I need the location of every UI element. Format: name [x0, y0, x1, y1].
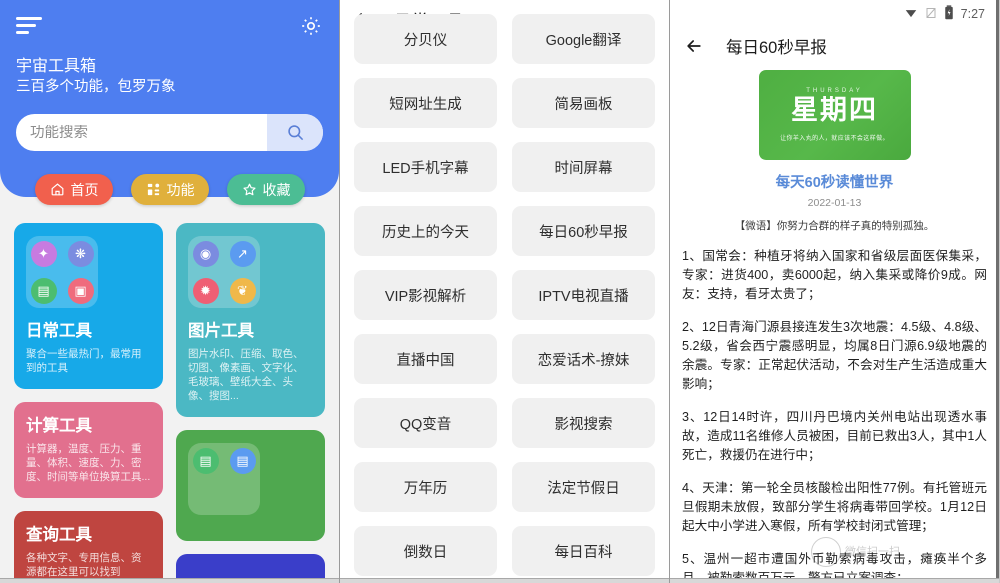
chart-icon: ↗ — [229, 240, 256, 267]
news-item: 3、12日14时许，四川丹巴境内关州电站出现透水事故，造成11名维修人员被困，目… — [682, 410, 987, 462]
tool-button[interactable]: QQ变音 — [354, 398, 497, 448]
home-bottom-scrollbar[interactable] — [0, 578, 339, 583]
category-card[interactable]: 查询工具各种文字、专用信息、资源都在这里可以找到 — [14, 511, 163, 583]
category-card[interactable]: 计算工具计算器，温度、压力、重量、体积、速度、力、密度、时间等单位换算工具... — [14, 402, 163, 498]
tool-button[interactable]: 影视搜索 — [512, 398, 655, 448]
tool-button[interactable]: 简易画板 — [512, 78, 655, 128]
tool-button[interactable]: 每日百科 — [512, 526, 655, 576]
app-screenshot: 宇宙工具箱 三百多个功能，包罗万象 首页 功能 收藏 ✦ ❋ ▤ ▣ 日常工具聚合一些最热门… — [0, 0, 1000, 583]
document-search-icon: ▤ — [30, 277, 57, 304]
card-icon-grid: ✦ ❋ ▤ ▣ — [26, 236, 98, 308]
article-vertical-scrollbar[interactable] — [996, 0, 999, 583]
poster-quote: 让你羊入丸的人，就应该不会这样做。 — [780, 136, 889, 142]
home-header: 宇宙工具箱 三百多个功能，包罗万象 — [0, 0, 339, 197]
category-card-grid: ✦ ❋ ▤ ▣ 日常工具聚合一些最热门，最常用到的工具计算工具计算器，温度、压力、重量、… — [0, 223, 339, 583]
nav-pill-1[interactable]: 功能 — [131, 174, 209, 205]
tool-button[interactable]: 法定节假日 — [512, 462, 655, 512]
tool-list-panel: 日常工具 分贝仪Google翻译短网址生成简易画板LED手机字幕时间屏幕历史上的… — [340, 0, 670, 583]
tool-list-scroll-area[interactable]: 分贝仪 Google翻译 短网址生成 简易画板 LED手机字幕 时间屏幕 历史上的今天 每日6… — [340, 12, 669, 583]
card-description: 计算器，温度、压力、重量、体积、速度、力、密度、时间等单位换算工具... — [26, 443, 151, 483]
tool-button[interactable]: 短网址生成 — [354, 78, 497, 128]
category-card[interactable]: ▤ ▤ — [176, 430, 325, 541]
star-icon — [242, 182, 257, 197]
status-bar-time: 7:27 — [960, 7, 985, 21]
tool-button[interactable]: 分贝仪 — [354, 14, 497, 64]
tool-button[interactable]: 每日60秒早报 — [512, 206, 655, 256]
poster-day: 星期四 — [791, 95, 878, 125]
category-card[interactable]: ✦ ❋ ▤ ▣ 日常工具聚合一些最热门，最常用到的工具 — [14, 223, 163, 389]
tulip-icon: ❦ — [229, 277, 256, 304]
hamburger-icon[interactable] — [16, 14, 42, 34]
tool-button[interactable]: VIP影视解析 — [354, 270, 497, 320]
palette-icon: ✹ — [192, 277, 219, 304]
article-headline: 每天60秒读懂世界 — [775, 175, 894, 191]
card-description: 聚合一些最热门，最常用到的工具 — [26, 348, 142, 374]
card-icon-grid: ▤ ▤ — [188, 443, 260, 515]
home-icon — [50, 182, 65, 197]
home-header-top-row — [16, 14, 323, 48]
article-date: 2022-01-13 — [807, 197, 862, 209]
back-arrow-icon[interactable] — [684, 36, 704, 56]
tool-button[interactable]: Google翻译 — [512, 14, 655, 64]
news-item: 1、国常会：种植牙将纳入国家和省级层面医保集采，专家：进货400，卖6000起，… — [682, 249, 987, 301]
monitor-code-icon: ▣ — [67, 277, 94, 304]
status-bar: 7:27 — [670, 0, 999, 28]
nav-pill-label: 功能 — [166, 181, 195, 198]
card-title: 计算工具 — [26, 417, 92, 435]
battery-icon — [944, 5, 954, 23]
gear-icon[interactable] — [299, 14, 323, 38]
article-motto: 【微语】你努力合群的样子真的特别孤独。 — [734, 220, 935, 232]
nav-pill-label: 首页 — [70, 181, 99, 198]
tool-list-bottom-scrollbar[interactable] — [340, 578, 669, 583]
nav-pill-label: 收藏 — [262, 181, 291, 198]
card-description: 各种文字、专用信息、资源都在这里可以找到 — [26, 552, 142, 578]
grid-icon — [146, 182, 161, 197]
card-title: 查询工具 — [26, 526, 92, 544]
puzzle-icon: ✦ — [30, 240, 57, 267]
home-nav-row: 首页 功能 收藏 — [0, 174, 339, 205]
file-icon: ▤ — [229, 447, 256, 474]
article-poster-image: THURSDAY 星期四 让你羊入丸的人，就应该不会这样做。 — [758, 70, 911, 160]
wifi-icon — [904, 6, 918, 23]
tool-button[interactable]: IPTV电视直播 — [512, 270, 655, 320]
article-appbar: 每日60秒早报 — [670, 28, 999, 64]
nav-pill-2[interactable]: 收藏 — [227, 174, 305, 205]
search-icon — [287, 125, 303, 141]
tool-grid: 分贝仪 Google翻译 短网址生成 简易画板 LED手机字幕 时间屏幕 历史上的今天 每日6… — [340, 14, 669, 576]
search-button[interactable] — [267, 114, 323, 151]
article-news-items: 1、国常会：种植牙将纳入国家和省级层面医保集采，专家：进货400，卖6000起，… — [682, 247, 987, 583]
tool-button[interactable]: 万年历 — [354, 462, 497, 512]
clover-icon: ❋ — [67, 240, 94, 267]
news-item: 2、12日青海门源县接连发生3次地震：4.5级、4.8级、5.2级，省会西宁震感… — [682, 320, 987, 391]
tool-button[interactable]: 时间屏幕 — [512, 142, 655, 192]
card-icon-grid: ◉ ↗ ✹ ❦ — [188, 236, 260, 308]
app-subtitle: 三百多个功能，包罗万象 — [16, 79, 176, 95]
article-panel: 7:27 每日60秒早报 THURSDAY 星期四 让你羊入丸的人，就应该不会这… — [670, 0, 999, 583]
app-title: 宇宙工具箱 — [16, 58, 97, 75]
category-card[interactable]: ◉ ↗ ✹ ❦ 图片工具图片水印、压缩、取色、切图、像素画、文字化、毛玻璃、壁纸大全、头… — [176, 223, 325, 417]
list-doc-icon: ▤ — [192, 447, 219, 474]
article-body: THURSDAY 星期四 让你羊入丸的人，就应该不会这样做。 每天60秒读懂世界… — [670, 64, 999, 583]
empty-icon — [230, 485, 256, 511]
article-title: 每日60秒早报 — [726, 39, 827, 57]
nav-pill-0[interactable]: 首页 — [35, 174, 113, 205]
card-title: 图片工具 — [188, 322, 254, 340]
home-panel: 宇宙工具箱 三百多个功能，包罗万象 首页 功能 收藏 ✦ ❋ ▤ ▣ 日常工具聚合一些最热门… — [0, 0, 340, 583]
tool-button[interactable]: 恋爱话术-撩妹 — [512, 334, 655, 384]
tool-button[interactable]: 倒数日 — [354, 526, 497, 576]
news-item: 4、天津：第一轮全员核酸检出阳性77例。有托管班元旦假期未放假，致部分学生将病毒… — [682, 481, 987, 533]
tool-button[interactable]: LED手机字幕 — [354, 142, 497, 192]
camera-icon: ◉ — [192, 240, 219, 267]
empty-icon — [193, 485, 219, 511]
card-description: 图片水印、压缩、取色、切图、像素画、文字化、毛玻璃、壁纸大全、头像、搜图... — [188, 348, 304, 402]
search-bar — [16, 114, 323, 151]
tool-button[interactable]: 直播中国 — [354, 334, 497, 384]
search-input[interactable] — [16, 124, 267, 141]
signal-icon — [925, 6, 937, 23]
article-bottom-scrollbar[interactable] — [670, 578, 999, 583]
tool-button[interactable]: 历史上的今天 — [354, 206, 497, 256]
card-title: 日常工具 — [26, 322, 92, 340]
